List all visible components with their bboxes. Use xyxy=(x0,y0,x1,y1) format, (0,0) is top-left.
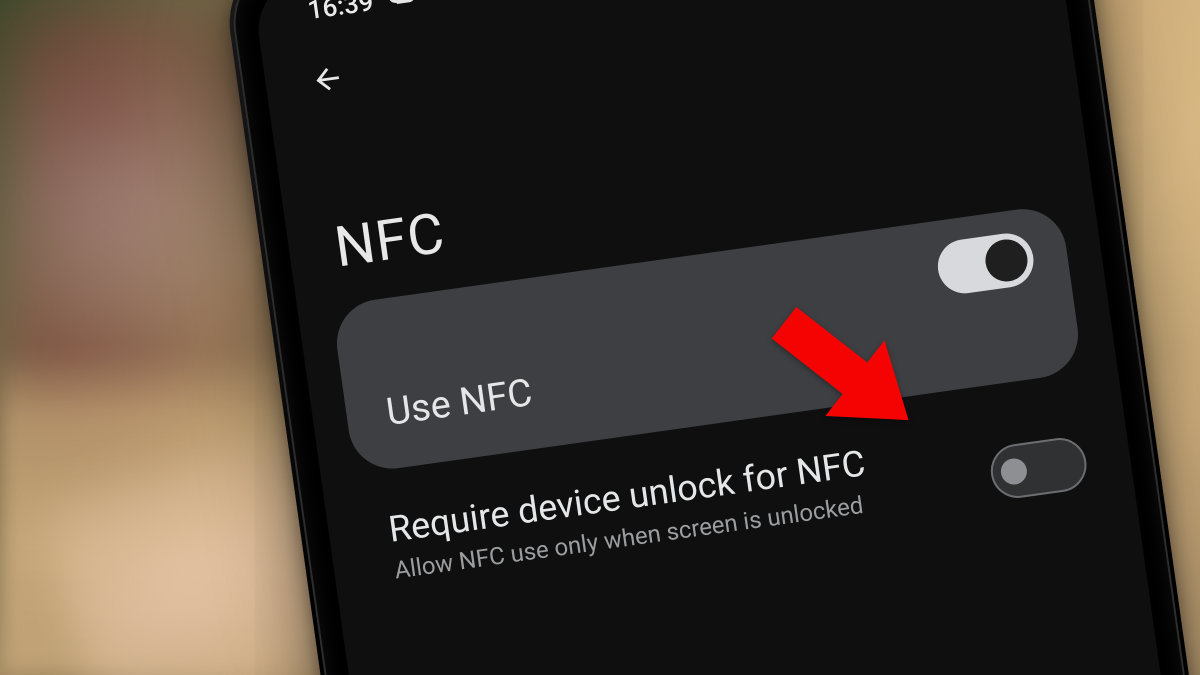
photo-scene: 16:39 75% xyxy=(0,0,1200,675)
page-title: NFC xyxy=(331,200,449,281)
require-unlock-toggle[interactable] xyxy=(987,435,1090,502)
app-bar xyxy=(303,56,353,106)
cloud-icon xyxy=(385,0,419,15)
use-nfc-label: Use NFC xyxy=(384,371,540,469)
clock-text: 16:39 xyxy=(306,0,376,26)
arrow-back-icon xyxy=(308,60,347,102)
use-nfc-toggle[interactable] xyxy=(934,230,1037,297)
back-button[interactable] xyxy=(303,56,353,106)
phone-screen: 16:39 75% xyxy=(252,0,1200,675)
status-bar-left: 16:39 xyxy=(306,0,419,26)
status-bar: 16:39 75% xyxy=(253,0,1056,41)
toggle-thumb-icon xyxy=(999,457,1028,486)
require-unlock-text: Require device unlock for NFC Allow NFC … xyxy=(386,443,872,585)
toggle-thumb-icon xyxy=(983,237,1030,284)
phone-device: 16:39 75% xyxy=(220,0,1200,675)
